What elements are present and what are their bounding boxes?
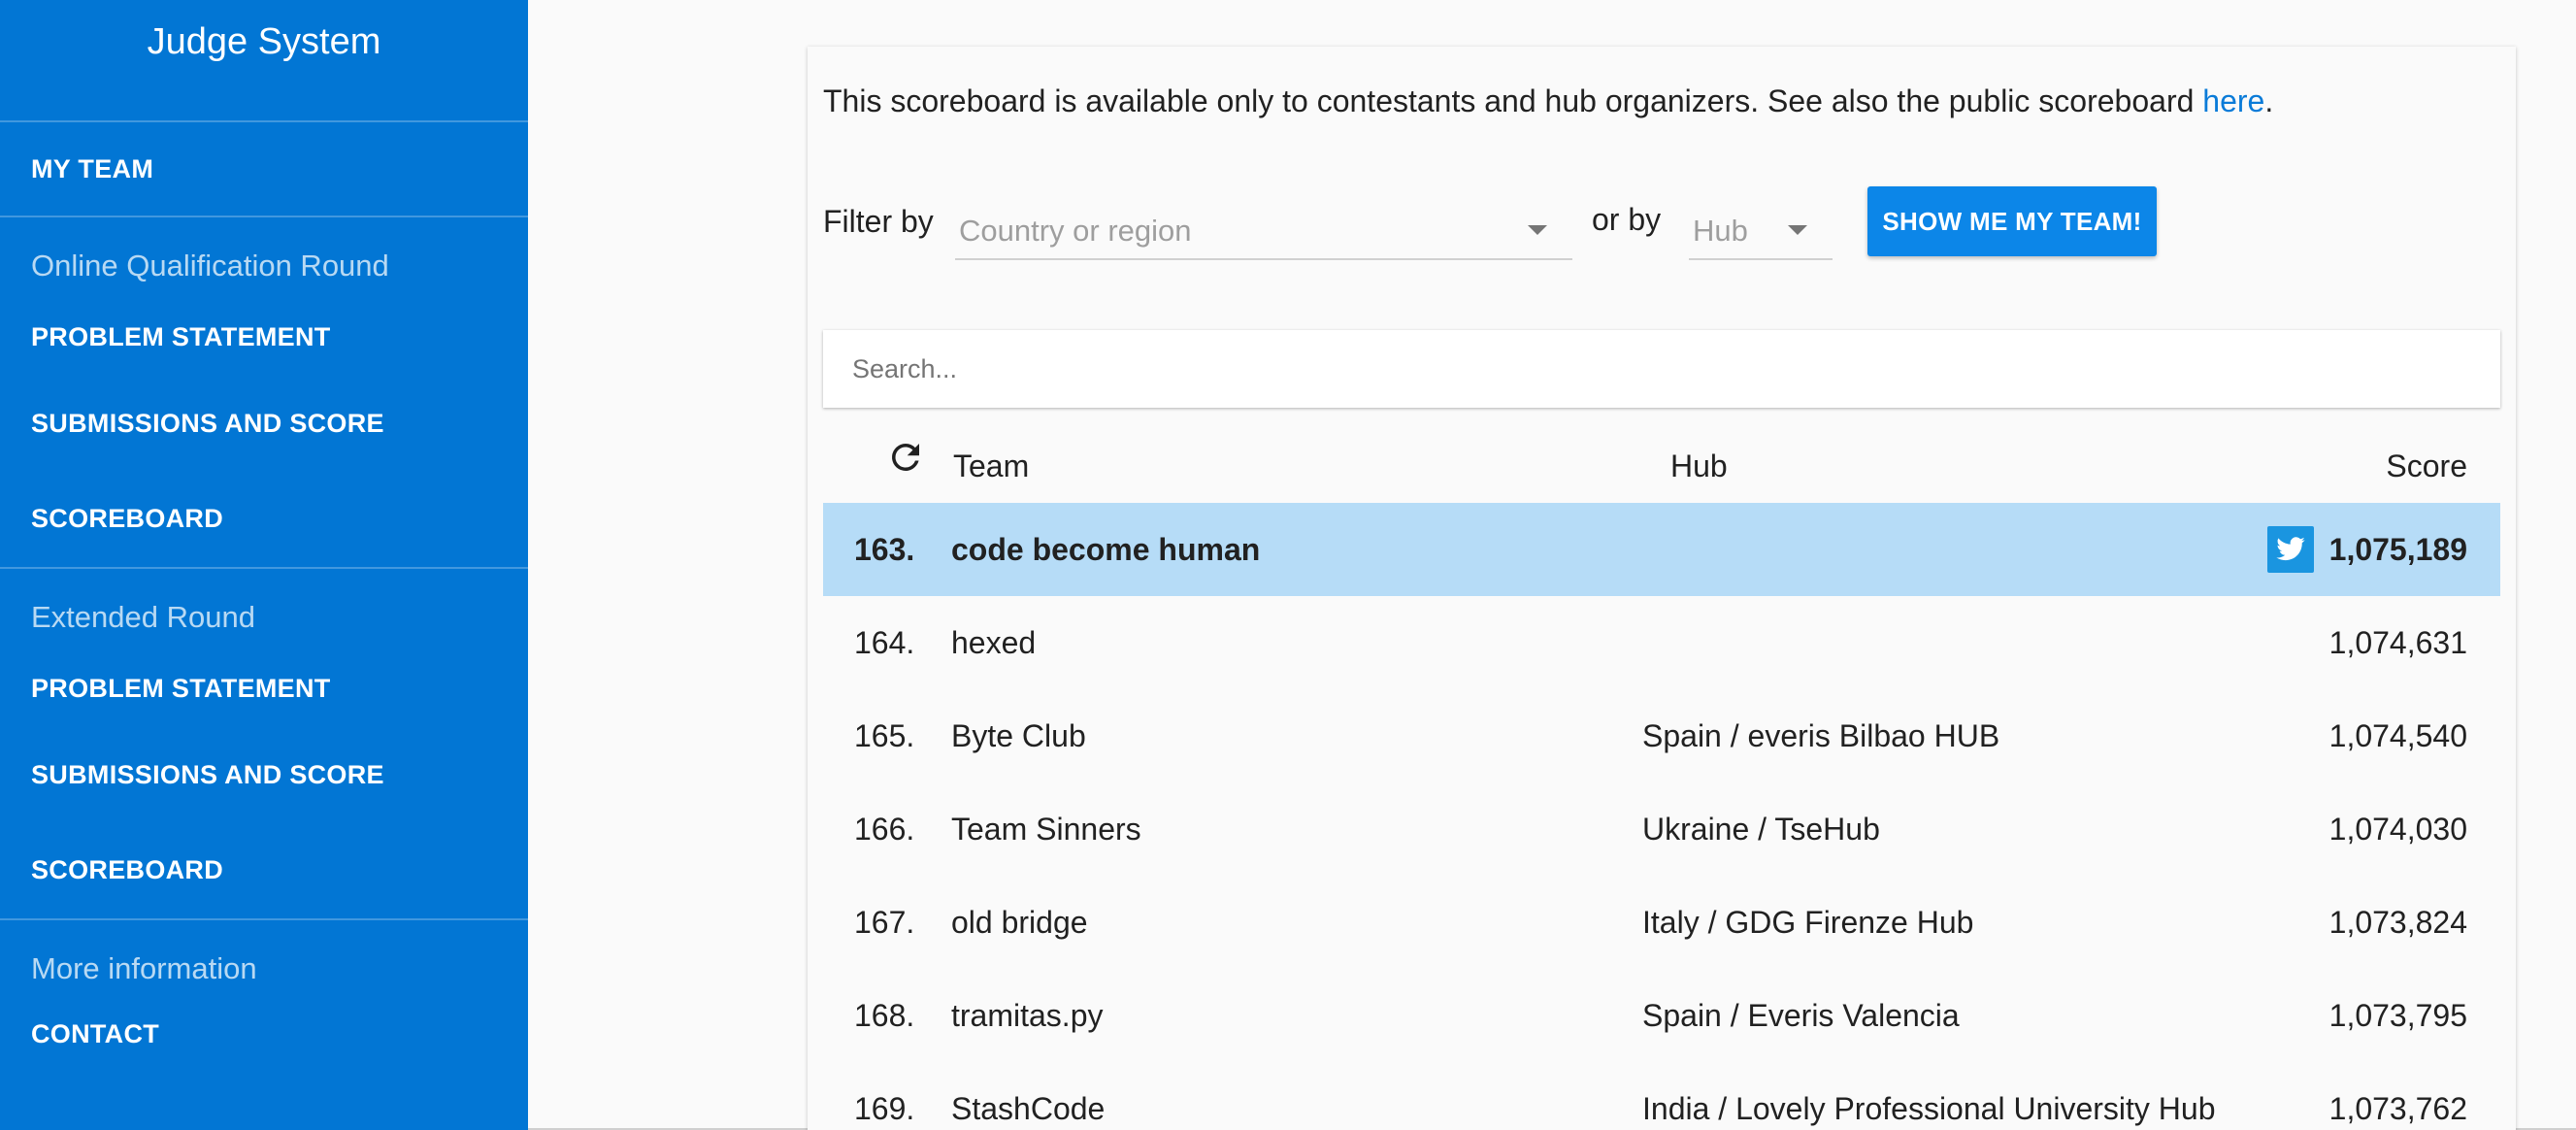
table-row[interactable]: 167. old bridge Italy / GDG Firenze Hub … (823, 876, 2500, 969)
show-my-team-button[interactable]: SHOW ME MY TEAM! (1867, 186, 2157, 256)
table-row[interactable]: 166. Team Sinners Ukraine / TseHub 1,074… (823, 782, 2500, 876)
score-cell: 1,075,189 (2328, 532, 2467, 567)
scoreboard-card: This scoreboard is available only to con… (808, 47, 2516, 1130)
rank-cell: 167. (854, 905, 915, 940)
sidebar-item-contact[interactable]: CONTACT (0, 1000, 528, 1068)
sidebar-item-problem-statement[interactable]: PROBLEM STATEMENT (0, 297, 528, 377)
sidebar-group-extended-round: Extended Round PROBLEM STATEMENT SUBMISS… (0, 569, 528, 920)
rank-cell: 164. (854, 625, 915, 660)
team-cell: Team Sinners (951, 812, 1141, 847)
score-cell: 1,073,795 (2328, 998, 2467, 1033)
team-cell: hexed (951, 625, 1037, 660)
column-header-score: Score (2386, 449, 2467, 483)
chevron-down-icon (1528, 225, 1547, 235)
sidebar: Judge System MY TEAM Online Qualificatio… (0, 0, 528, 1130)
filter-row: Filter by Country or region or by Hub SH… (823, 183, 2473, 260)
score-cell: 1,074,540 (2328, 718, 2467, 753)
hub-cell: Ukraine / TseHub (1642, 812, 1880, 847)
chevron-down-icon (1788, 225, 1807, 235)
twitter-icon[interactable] (2267, 526, 2314, 573)
sidebar-item-problem-statement[interactable]: PROBLEM STATEMENT (0, 648, 528, 728)
sidebar-group-more-information: More information CONTACT (0, 920, 528, 1068)
rank-cell: 169. (854, 1091, 915, 1126)
sidebar-section-header: Online Qualification Round (31, 249, 389, 282)
notice-suffix: . (2264, 83, 2274, 118)
column-header-hub: Hub (1670, 449, 1728, 483)
table-row[interactable]: 165. Byte Club Spain / everis Bilbao HUB… (823, 689, 2500, 782)
sidebar-item-scoreboard[interactable]: SCOREBOARD (0, 470, 528, 567)
sidebar-item-submissions-and-score[interactable]: SUBMISSIONS AND SCORE (0, 377, 528, 470)
scoreboard-notice: This scoreboard is available only to con… (823, 83, 2273, 119)
rank-cell: 166. (854, 812, 915, 847)
sidebar-item-scoreboard[interactable]: SCOREBOARD (0, 821, 528, 918)
table-row[interactable]: 164. hexed 1,074,631 (823, 596, 2500, 689)
app-title: Judge System (0, 0, 528, 122)
score-cell: 1,073,824 (2328, 905, 2467, 940)
sidebar-item-submissions-and-score[interactable]: SUBMISSIONS AND SCORE (0, 728, 528, 821)
rank-cell: 165. (854, 718, 915, 753)
table-header: Team Hub Score (823, 423, 2500, 501)
hub-cell: Italy / GDG Firenze Hub (1642, 905, 1974, 940)
team-cell: StashCode (951, 1091, 1106, 1126)
public-scoreboard-link[interactable]: here (2202, 83, 2264, 118)
sidebar-item-my-team[interactable]: MY TEAM (0, 122, 528, 217)
table-row[interactable]: 163. code become human 1,075,189 (823, 503, 2500, 596)
score-cell: 1,073,762 (2328, 1091, 2467, 1126)
sidebar-section-header: Extended Round (31, 600, 255, 634)
sidebar-group-online-qualification: Online Qualification Round PROBLEM STATE… (0, 217, 528, 569)
notice-text: This scoreboard is available only to con… (823, 83, 2203, 118)
search-box (823, 330, 2500, 408)
table-row[interactable]: 168. tramitas.py Spain / Everis Valencia… (823, 969, 2500, 1062)
score-cell: 1,074,631 (2328, 625, 2467, 660)
search-input[interactable] (823, 330, 2500, 408)
team-cell: old bridge (951, 905, 1088, 940)
team-cell: code become human (951, 532, 1261, 567)
sidebar-section-header: More information (31, 951, 257, 985)
refresh-icon[interactable] (885, 437, 926, 478)
or-by-label: or by (1592, 202, 1662, 237)
team-cell: tramitas.py (951, 998, 1104, 1033)
country-select-placeholder: Country or region (959, 214, 1192, 248)
hub-select[interactable]: Hub (1689, 186, 1833, 260)
hub-cell: Spain / Everis Valencia (1642, 998, 1960, 1033)
country-select[interactable]: Country or region (955, 186, 1572, 260)
team-cell: Byte Club (951, 718, 1086, 753)
rank-cell: 168. (854, 998, 915, 1033)
table-row[interactable]: 169. StashCode India / Lovely Profession… (823, 1062, 2500, 1130)
score-cell: 1,074,030 (2328, 812, 2467, 847)
filter-label: Filter by (823, 204, 934, 239)
hub-cell: Spain / everis Bilbao HUB (1642, 718, 2000, 753)
column-header-team: Team (953, 449, 1030, 483)
hub-cell: India / Lovely Professional University H… (1642, 1091, 2216, 1126)
rank-cell: 163. (854, 532, 915, 567)
hub-select-placeholder: Hub (1693, 214, 1748, 248)
